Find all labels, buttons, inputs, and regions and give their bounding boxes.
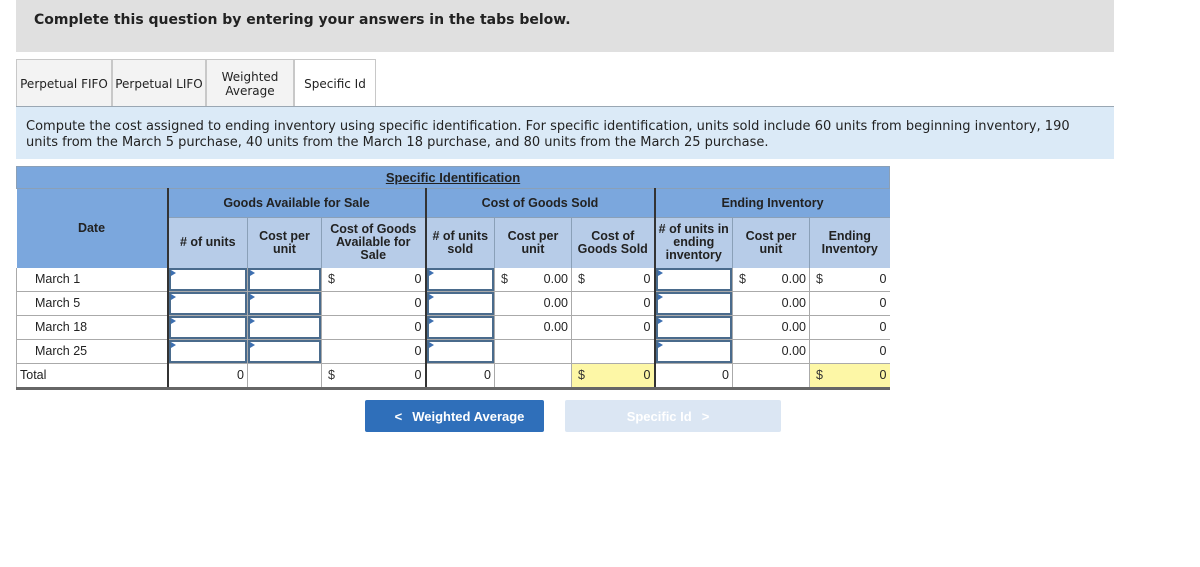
tab-label: Weighted Average bbox=[221, 69, 279, 98]
row-date: March 18 bbox=[16, 315, 168, 340]
ei-value: 0 bbox=[879, 344, 887, 358]
table-row-march-25: March 25 0 0.00 0 bbox=[16, 339, 890, 364]
row-date: March 25 bbox=[16, 339, 168, 364]
units-sold-input[interactable] bbox=[426, 315, 494, 339]
ei-cpu-value: 0.00 bbox=[781, 320, 806, 334]
ei-value: 0 bbox=[879, 296, 887, 310]
cost-per-unit-input[interactable] bbox=[248, 267, 321, 291]
cogas-value: 0 bbox=[414, 296, 422, 310]
col-cogs: Cost of Goods Sold bbox=[571, 217, 655, 268]
row-date: March 1 bbox=[16, 267, 168, 292]
table-row-march-18: March 18 0 0.00 0 0.00 0 bbox=[16, 315, 890, 340]
date-header: Date bbox=[16, 188, 168, 268]
prev-tab-button[interactable]: < Weighted Average bbox=[365, 400, 544, 432]
tab-weighted-average[interactable]: Weighted Average bbox=[206, 59, 294, 107]
prev-button-label: Weighted Average bbox=[412, 408, 525, 424]
total-ending-inventory: 0 bbox=[879, 368, 887, 382]
cogs-cpu-value: 0.00 bbox=[543, 320, 568, 334]
instructions-banner: Complete this question by entering your … bbox=[16, 0, 1114, 52]
units-sold-input[interactable] bbox=[426, 267, 494, 291]
units-sold-input[interactable] bbox=[426, 291, 494, 315]
currency-symbol: $ bbox=[739, 272, 746, 286]
col-cogas: Cost of Goods Available for Sale bbox=[321, 217, 426, 268]
ei-value: 0 bbox=[879, 272, 887, 286]
tab-bar: Perpetual FIFO Perpetual LIFO Weighted A… bbox=[16, 59, 376, 108]
tab-label: Perpetual FIFO bbox=[20, 76, 108, 91]
cogs-value: 0 bbox=[643, 296, 651, 310]
cost-per-unit-input[interactable] bbox=[248, 339, 321, 363]
tab-label: Specific Id bbox=[304, 77, 366, 91]
specific-identification-table: Specific Identification Date Goods Avail… bbox=[16, 166, 890, 390]
cost-per-unit-input[interactable] bbox=[248, 315, 321, 339]
units-ending-input[interactable] bbox=[655, 339, 732, 363]
row-date: March 5 bbox=[16, 291, 168, 316]
currency-symbol: $ bbox=[578, 368, 585, 382]
units-input[interactable] bbox=[168, 267, 247, 291]
total-cogas: 0 bbox=[414, 368, 422, 382]
currency-symbol: $ bbox=[816, 368, 823, 382]
question-instructions: Compute the cost assigned to ending inve… bbox=[16, 107, 1114, 159]
chevron-right-icon: > bbox=[701, 408, 710, 424]
next-button-label: Specific Id bbox=[626, 408, 692, 424]
col-units-sold: # of units sold bbox=[424, 217, 495, 268]
ei-cpu-value: 0.00 bbox=[781, 296, 806, 310]
col-cost-per-unit: Cost per unit bbox=[247, 217, 322, 268]
tab-perpetual-fifo[interactable]: Perpetual FIFO bbox=[16, 59, 112, 107]
currency-symbol: $ bbox=[816, 272, 823, 286]
col-ei-cost-per-unit: Cost per unit bbox=[732, 217, 810, 268]
cogas-value: 0 bbox=[414, 320, 422, 334]
col-cogs-cost-per-unit: Cost per unit bbox=[494, 217, 572, 268]
tab-specific-id[interactable]: Specific Id bbox=[294, 59, 376, 108]
goods-available-header: Goods Available for Sale bbox=[166, 188, 426, 218]
total-units: 0 bbox=[237, 368, 244, 382]
currency-symbol: $ bbox=[578, 272, 585, 286]
ei-cpu-value: 0.00 bbox=[781, 272, 806, 286]
row-total-label: Total bbox=[16, 363, 168, 390]
tab-label: Perpetual LIFO bbox=[115, 76, 203, 91]
col-units-ending: # of units in ending inventory bbox=[653, 217, 733, 268]
col-units: # of units bbox=[166, 217, 248, 268]
cogs-cpu-value: 0.00 bbox=[543, 272, 568, 286]
units-sold-input[interactable] bbox=[426, 339, 494, 363]
cogas-value: 0 bbox=[414, 272, 422, 286]
ei-value: 0 bbox=[879, 320, 887, 334]
table-row-march-1: March 1 $0 $0.00 $0 $0.00 $0 bbox=[16, 267, 890, 292]
next-tab-button: Specific Id > bbox=[565, 400, 781, 432]
col-ending-inventory: Ending Inventory bbox=[809, 217, 890, 268]
cogs-value: 0 bbox=[643, 320, 651, 334]
cogs-group-header: Cost of Goods Sold bbox=[424, 188, 655, 218]
currency-symbol: $ bbox=[501, 272, 508, 286]
cogs-value: 0 bbox=[643, 272, 651, 286]
units-input[interactable] bbox=[168, 315, 247, 339]
units-ending-input[interactable] bbox=[655, 315, 732, 339]
units-ending-input[interactable] bbox=[655, 267, 732, 291]
cost-per-unit-input[interactable] bbox=[248, 291, 321, 315]
cogs-cpu-value: 0.00 bbox=[543, 296, 568, 310]
currency-symbol: $ bbox=[328, 368, 335, 382]
ending-inventory-group-header: Ending Inventory bbox=[653, 188, 890, 218]
tab-perpetual-lifo[interactable]: Perpetual LIFO bbox=[112, 59, 206, 107]
total-cogs: 0 bbox=[643, 368, 651, 382]
table-row-march-5: March 5 0 0.00 0 0.00 0 bbox=[16, 291, 890, 316]
currency-symbol: $ bbox=[328, 272, 335, 286]
table-title: Specific Identification bbox=[16, 166, 890, 189]
total-units-sold: 0 bbox=[484, 368, 491, 382]
units-input[interactable] bbox=[168, 291, 247, 315]
units-input[interactable] bbox=[168, 339, 247, 363]
total-units-ending: 0 bbox=[722, 368, 729, 382]
cogas-value: 0 bbox=[414, 344, 422, 358]
banner-text: Complete this question by entering your … bbox=[34, 12, 571, 28]
chevron-left-icon: < bbox=[394, 408, 403, 424]
ei-cpu-value: 0.00 bbox=[781, 344, 806, 358]
units-ending-input[interactable] bbox=[655, 291, 732, 315]
table-row-total: Total 0 $0 0 $0 0 $0 bbox=[16, 363, 890, 390]
